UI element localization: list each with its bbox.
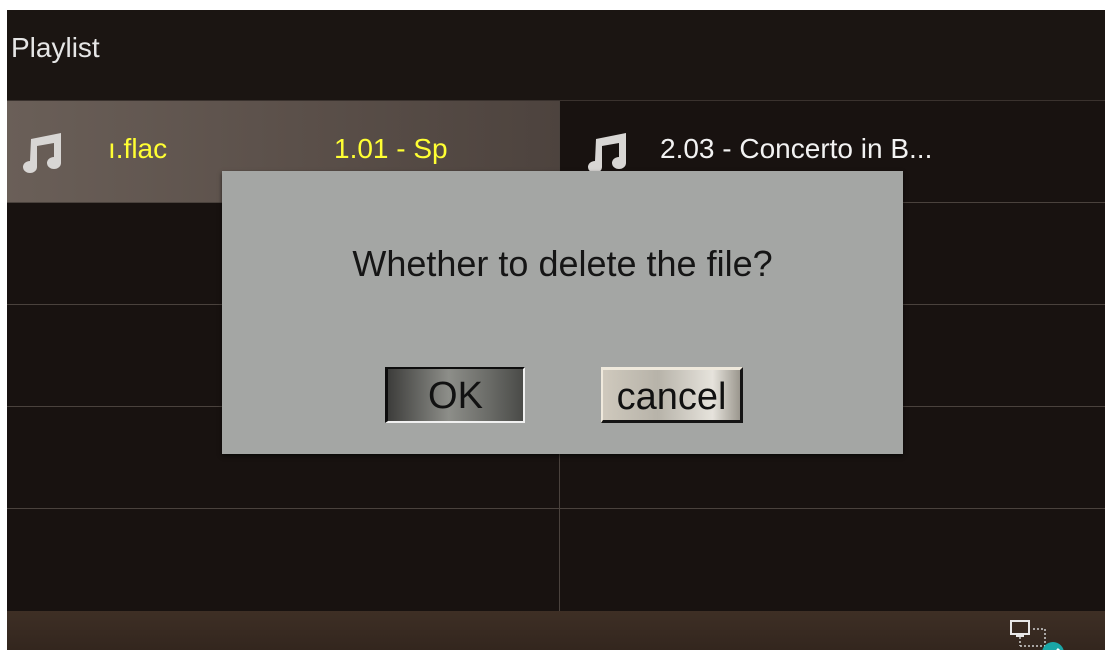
playlist-item-title: 2.03 - Concerto in B... xyxy=(660,133,933,164)
cancel-button[interactable]: cancel xyxy=(601,367,743,423)
network-connected-icon xyxy=(1010,620,1064,650)
page-title: Playlist xyxy=(11,32,100,63)
playlist-item-title: 1.01 - Sp xyxy=(334,133,448,164)
title-bar: Playlist xyxy=(7,10,1105,101)
ok-button[interactable]: OK xyxy=(385,367,525,423)
player-screen: Playlist ı.flac 1.01 - Sp 2.03 - Concert… xyxy=(7,10,1105,650)
dialog-message: Whether to delete the file? xyxy=(352,243,773,284)
playlist-cell-empty xyxy=(560,509,1105,611)
music-note-icon xyxy=(23,133,61,173)
music-note-icon xyxy=(588,133,626,173)
status-bar xyxy=(7,611,1105,650)
delete-confirm-dialog: Whether to delete the file? OK cancel xyxy=(222,171,903,454)
playlist-item-filename: ı.flac xyxy=(108,133,168,164)
playlist-cell-empty xyxy=(7,509,560,611)
